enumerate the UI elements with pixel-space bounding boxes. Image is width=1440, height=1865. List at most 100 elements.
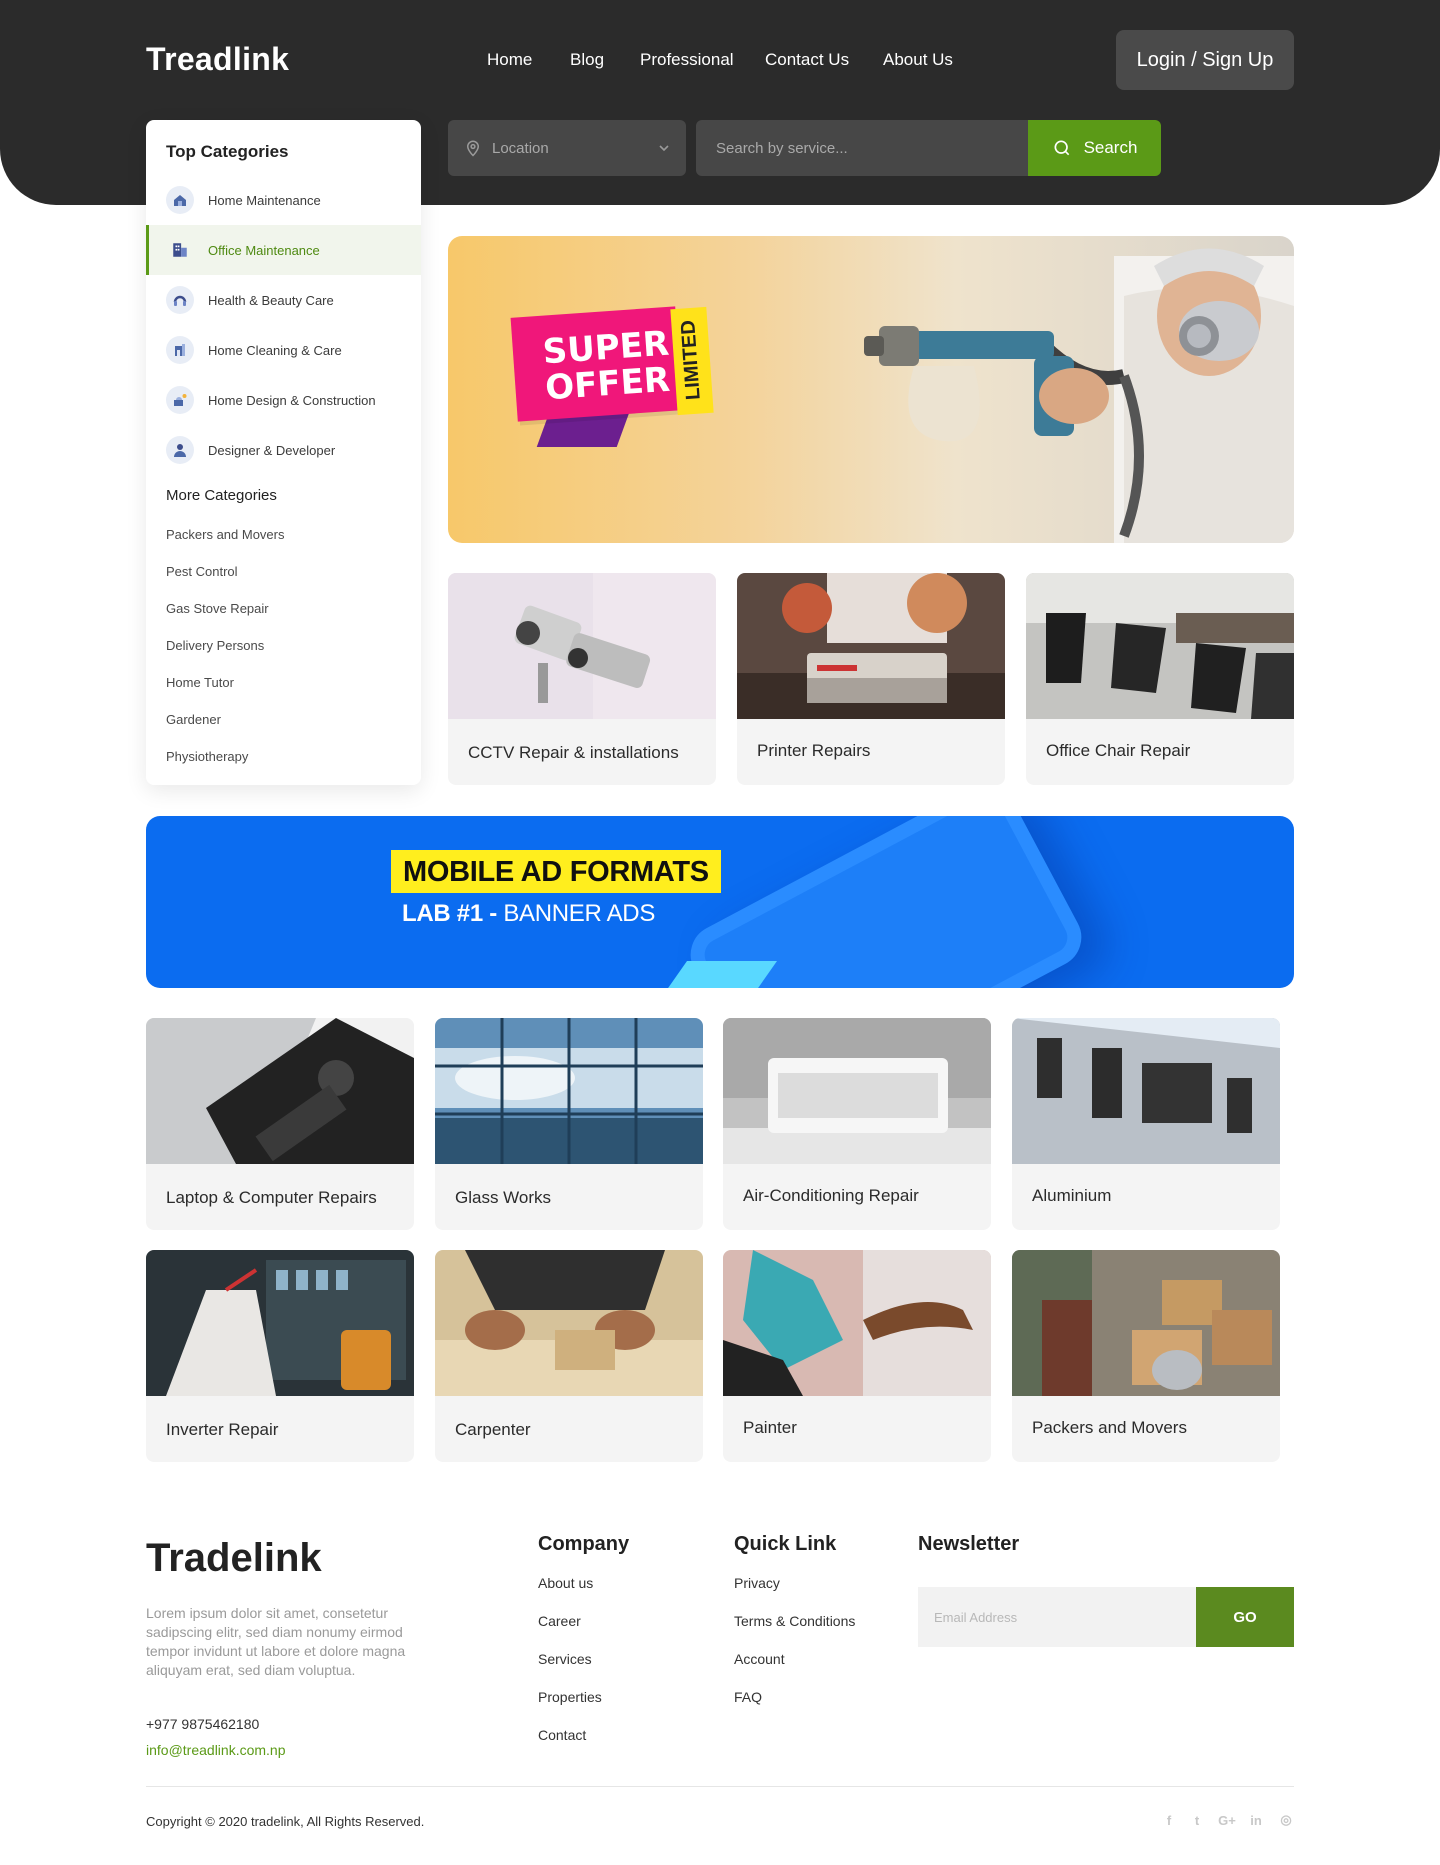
footer-link-faq[interactable]: FAQ xyxy=(734,1689,762,1705)
sidebar-item-designer-developer[interactable]: Designer & Developer xyxy=(146,425,421,475)
sidebar-item-office-maintenance[interactable]: Office Maintenance xyxy=(146,225,421,275)
sidebar-item-label: Home Maintenance xyxy=(208,192,321,208)
search-input[interactable]: Search by service... xyxy=(696,120,1028,176)
linkedin-icon[interactable]: in xyxy=(1248,1812,1264,1828)
more-category-link[interactable]: Home Tutor xyxy=(166,675,234,690)
footer-logo[interactable]: Tradelink xyxy=(146,1536,322,1581)
newsletter-go-button[interactable]: GO xyxy=(1196,1587,1294,1647)
chevron-down-icon xyxy=(659,145,669,152)
more-category-link[interactable]: Pest Control xyxy=(166,564,238,579)
glass-works-image xyxy=(435,1018,703,1164)
nav-blog[interactable]: Blog xyxy=(570,50,604,70)
sidebar-item-home-design[interactable]: Home Design & Construction xyxy=(146,375,421,425)
footer-email[interactable]: info@treadlink.com.np xyxy=(146,1742,286,1758)
sidebar-item-label: Home Design & Construction xyxy=(208,392,376,408)
sidebar-item-label: Designer & Developer xyxy=(208,442,336,458)
more-category-link[interactable]: Gas Stove Repair xyxy=(166,601,269,616)
more-category-link[interactable]: Packers and Movers xyxy=(166,527,285,542)
ad-subheadline: LAB #1 - BANNER ADS xyxy=(402,900,655,928)
sidebar-item-home-cleaning[interactable]: Home Cleaning & Care xyxy=(146,325,421,375)
super-offer-badge: SUPER OFFER LIMITED xyxy=(510,306,724,462)
sidebar-item-label: Home Cleaning & Care xyxy=(208,342,342,358)
location-select[interactable]: Location xyxy=(448,120,686,176)
service-card-office-chair[interactable]: Office Chair Repair xyxy=(1026,573,1294,785)
twitter-icon[interactable]: t xyxy=(1189,1812,1205,1828)
ad-headline: MOBILE AD FORMATS xyxy=(391,850,721,893)
service-card-carpenter[interactable]: Carpenter xyxy=(435,1250,703,1462)
footer-divider xyxy=(146,1786,1294,1787)
more-category-link[interactable]: Delivery Persons xyxy=(166,638,264,653)
more-category-link[interactable]: Physiotherapy xyxy=(166,749,248,764)
offer-line2: OFFER xyxy=(544,359,672,409)
footer-quick-title: Quick Link xyxy=(734,1533,837,1555)
nav-home[interactable]: Home xyxy=(487,50,532,70)
search-button[interactable]: Search xyxy=(1028,120,1161,176)
search-button-label: Search xyxy=(1083,138,1138,157)
footer-link-contact[interactable]: Contact xyxy=(538,1727,586,1743)
category-sidebar: Top Categories Home Maintenance Office M… xyxy=(146,120,421,785)
service-card-aluminium[interactable]: Aluminium xyxy=(1012,1018,1280,1230)
nav-contact[interactable]: Contact Us xyxy=(765,50,849,70)
service-card-laptop[interactable]: Laptop & Computer Repairs xyxy=(146,1018,414,1230)
footer-newsletter-title: Newsletter xyxy=(918,1533,1020,1555)
map-pin-icon xyxy=(466,140,480,157)
ad-sub-bold: LAB #1 - xyxy=(402,900,497,927)
footer-link-career[interactable]: Career xyxy=(538,1613,581,1629)
location-placeholder: Location xyxy=(492,139,549,157)
newsletter-email-input[interactable]: Email Address xyxy=(918,1587,1196,1647)
super-offer-banner[interactable]: SUPER OFFER LIMITED xyxy=(448,236,1294,543)
search-placeholder: Search by service... xyxy=(716,139,848,157)
aluminium-image xyxy=(1012,1018,1280,1164)
top-categories-title: Top Categories xyxy=(166,142,289,161)
more-categories-title: More Categories xyxy=(166,487,277,504)
footer-link-privacy[interactable]: Privacy xyxy=(734,1575,780,1591)
health-beauty-icon xyxy=(166,286,194,314)
limited-tag: LIMITED xyxy=(670,306,714,416)
sidebar-item-label: Office Maintenance xyxy=(208,242,320,258)
service-card-packers[interactable]: Packers and Movers xyxy=(1012,1250,1280,1462)
footer-phone[interactable]: +977 9875462180 xyxy=(146,1716,259,1732)
service-card-painter[interactable]: Painter xyxy=(723,1250,991,1462)
phone-screen-highlight xyxy=(644,961,778,988)
service-card-label: Office Chair Repair xyxy=(1046,741,1191,760)
service-card-label: Aluminium xyxy=(1032,1186,1112,1205)
service-card-cctv[interactable]: CCTV Repair & installations xyxy=(448,573,716,785)
sidebar-item-home-maintenance[interactable]: Home Maintenance xyxy=(146,175,421,225)
site-logo[interactable]: Treadlink xyxy=(146,41,289,78)
packers-movers-image xyxy=(1012,1250,1280,1396)
service-card-glass[interactable]: Glass Works xyxy=(435,1018,703,1230)
footer-link-account[interactable]: Account xyxy=(734,1651,785,1667)
air-conditioner-image xyxy=(723,1018,991,1164)
mobile-ad-banner[interactable]: MOBILE AD FORMATS LAB #1 - BANNER ADS xyxy=(146,816,1294,988)
designer-icon xyxy=(166,436,194,464)
sidebar-item-health-beauty[interactable]: Health & Beauty Care xyxy=(146,275,421,325)
office-chair-image xyxy=(1026,573,1294,719)
service-card-label: Air-Conditioning Repair xyxy=(743,1186,919,1205)
footer-link-about[interactable]: About us xyxy=(538,1575,593,1591)
service-card-ac[interactable]: Air-Conditioning Repair xyxy=(723,1018,991,1230)
search-icon xyxy=(1054,140,1069,156)
offer-text: SUPER OFFER xyxy=(542,324,673,409)
footer-link-services[interactable]: Services xyxy=(538,1651,592,1667)
sidebar-item-label: Health & Beauty Care xyxy=(208,292,334,308)
ad-sub-rest: BANNER ADS xyxy=(496,900,656,927)
carpenter-image xyxy=(435,1250,703,1396)
instagram-icon[interactable]: ◎ xyxy=(1278,1812,1294,1828)
google-plus-icon[interactable]: G+ xyxy=(1218,1812,1236,1828)
login-signup-button[interactable]: Login / Sign Up xyxy=(1116,30,1294,90)
service-card-label: Inverter Repair xyxy=(166,1420,279,1439)
service-card-label: Packers and Movers xyxy=(1032,1418,1187,1437)
footer-link-terms[interactable]: Terms & Conditions xyxy=(734,1613,855,1629)
footer-description: Lorem ipsum dolor sit amet, consetetur s… xyxy=(146,1605,406,1678)
service-card-printer[interactable]: Printer Repairs xyxy=(737,573,1005,785)
cctv-image xyxy=(448,573,716,719)
service-card-inverter[interactable]: Inverter Repair xyxy=(146,1250,414,1462)
footer-link-properties[interactable]: Properties xyxy=(538,1689,602,1705)
nav-professional[interactable]: Professional xyxy=(640,50,734,70)
service-card-label: Carpenter xyxy=(455,1420,531,1439)
construction-icon xyxy=(166,386,194,414)
facebook-icon[interactable]: f xyxy=(1161,1812,1177,1828)
home-cleaning-icon xyxy=(166,336,194,364)
nav-about[interactable]: About Us xyxy=(883,50,953,70)
more-category-link[interactable]: Gardener xyxy=(166,712,221,727)
